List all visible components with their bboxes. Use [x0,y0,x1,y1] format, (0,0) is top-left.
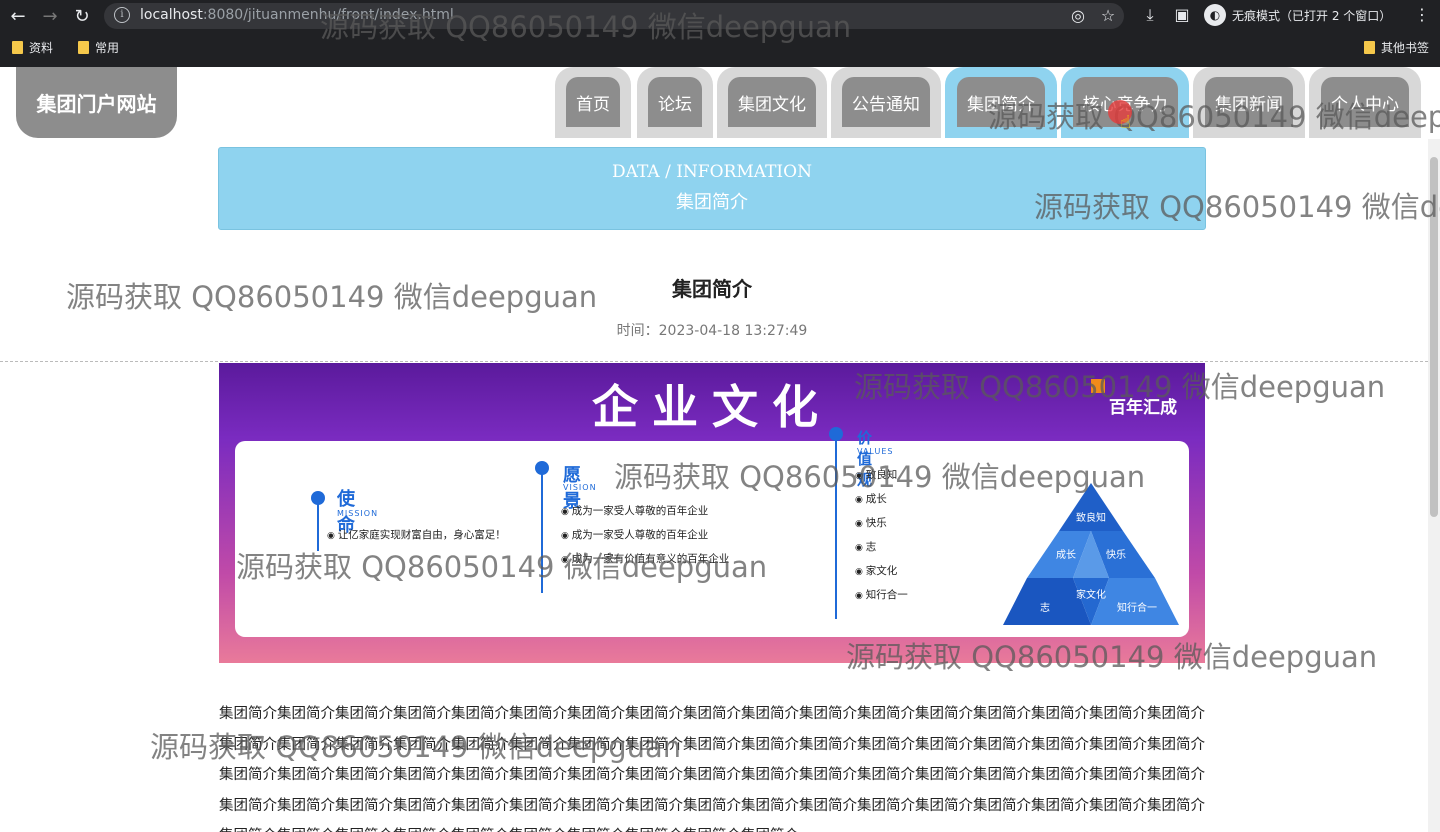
bookmark-label: 资料 [29,41,54,55]
pyramid-label: 成长 [1056,549,1076,561]
nav-tab-culture[interactable]: 集团文化 [717,67,827,138]
list-item: 家文化 [855,563,908,578]
browser-chrome: ← → ↻ i localhost:8080/jituanmenhu/front… [0,0,1440,67]
nav-tab-label: 公告通知 [842,77,930,127]
nav-tab-label: 集团简介 [957,77,1045,127]
banner-chinese: 集团简介 [676,192,748,213]
divider [0,361,1428,362]
list-item: 志 [855,539,908,554]
article-title: 集团简介 [672,277,752,301]
nav-tab-intro[interactable]: 集团简介 [945,67,1057,138]
bookmark-label: 常用 [95,41,120,55]
other-bookmarks[interactable]: 其他书签 [1364,39,1429,56]
list-item: 成为一家受人尊敬的百年企业 [561,503,729,518]
nav-tab-forum[interactable]: 论坛 [637,67,713,138]
page-content: 集团门户网站 首页 论坛 集团文化 公告通知 集团简介 核心竞争力 集团新闻 个… [0,67,1440,832]
culture-heading: 企业文化 [592,380,832,434]
nav-tab-home[interactable]: 首页 [555,67,631,138]
url-host: localhost [140,7,203,23]
address-bar[interactable]: i localhost:8080/jituanmenhu/front/index… [104,3,1124,29]
article-body: 集团简介集团简介集团简介集团简介集团简介集团简介集团简介集团简介集团简介集团简介… [219,706,1205,832]
incognito-indicator[interactable]: ◐ 无痕模式（已打开 2 个窗口） [1204,4,1391,26]
list-item: 成长 [855,491,908,506]
pointer-hand-icon: ☝ [1120,112,1131,133]
list-item: 成为一家有价值有意义的百年企业 [561,551,730,566]
nav-tab-label: 个人中心 [1321,77,1409,127]
stem-line [835,439,837,619]
list-item: 致良知 [855,467,908,482]
brand-logo-icon [1091,379,1105,393]
incognito-label: 无痕模式（已打开 2 个窗口） [1232,8,1392,23]
url-text: localhost:8080/jituanmenhu/front/index.h… [140,7,454,23]
mission-sub: MISSION [337,509,379,518]
pyramid-label: 志 [1040,601,1050,614]
bookmark-folder[interactable]: 常用 [78,39,119,56]
pyramid-label: 致良知 [1076,511,1106,524]
scrollbar-thumb[interactable] [1430,157,1438,517]
eye-off-icon[interactable]: ◎ [1068,6,1088,26]
bookmark-folder[interactable]: 资料 [12,39,53,56]
vision-list: 成为一家受人尊敬的百年企业 成为一家受人尊敬的百年企业 成为一家有价值有意义的百… [561,503,730,575]
star-icon[interactable]: ☆ [1098,6,1118,26]
vision-sub: VISION [563,483,597,492]
reload-icon[interactable]: ↻ [70,4,94,28]
list-item: 成为一家受人尊敬的百年企业 [561,527,729,542]
incognito-icon: ◐ [1204,4,1226,26]
brand-name: 百年汇成 [1109,398,1177,418]
nav-tab-label: 论坛 [648,77,702,127]
list-item: 快乐 [855,515,908,530]
nav-tab-label: 集团新闻 [1205,77,1293,127]
list-item: 知行合一 [855,587,908,602]
banner-english: DATA / INFORMATION [612,162,812,182]
values-list: 致良知 成长 快乐 志 家文化 知行合一 [855,467,908,611]
values-pyramid: 致良知 成长 快乐 家文化 志 知行合一 [1003,483,1179,625]
bookmarks-bar: 资料 常用 其他书签 [0,37,1440,59]
forward-arrow-icon[interactable]: → [38,4,62,28]
other-bookmarks-label: 其他书签 [1381,41,1430,55]
sidebar-icon[interactable]: ▣ [1172,5,1192,25]
folder-icon [78,41,89,54]
pyramid-label: 家文化 [1076,588,1106,601]
list-item: 让亿家庭实现财富自由，身心富足！ [327,527,506,542]
folder-icon [1364,41,1375,54]
values-sub: VALUES [857,447,894,456]
nav-tab-news[interactable]: 集团新闻 [1193,67,1305,138]
scrollbar[interactable] [1428,139,1440,832]
nav-tab-notices[interactable]: 公告通知 [831,67,941,138]
culture-image: 企业文化 百年汇成 使命 MISSION 让亿家庭实现财富自由，身心富足！ 愿景… [219,363,1205,663]
article-time: 时间：2023-04-18 13:27:49 [616,323,808,339]
section-banner: DATA / INFORMATION 集团简介 [218,147,1206,230]
mission-list: 让亿家庭实现财富自由，身心富足！ [327,527,506,551]
stem-line [317,503,319,551]
menu-icon[interactable]: ⋮ [1412,5,1432,25]
download-icon[interactable]: ⤓ [1140,5,1160,25]
stem-line [541,473,543,593]
url-path: :8080/jituanmenhu/front/index.html [202,7,454,23]
nav-tab-label: 首页 [566,77,620,127]
nav-tab-label: 集团文化 [728,77,816,127]
pyramid-label: 知行合一 [1117,601,1157,614]
folder-icon [12,41,23,54]
pyramid-label: 快乐 [1106,549,1126,561]
culture-card: 使命 MISSION 让亿家庭实现财富自由，身心富足！ 愿景 VISION 成为… [235,427,1189,637]
back-arrow-icon[interactable]: ← [6,4,30,28]
site-info-icon[interactable]: i [114,7,130,23]
site-logo[interactable]: 集团门户网站 [16,67,177,138]
nav-tab-profile[interactable]: 个人中心 [1309,67,1421,138]
